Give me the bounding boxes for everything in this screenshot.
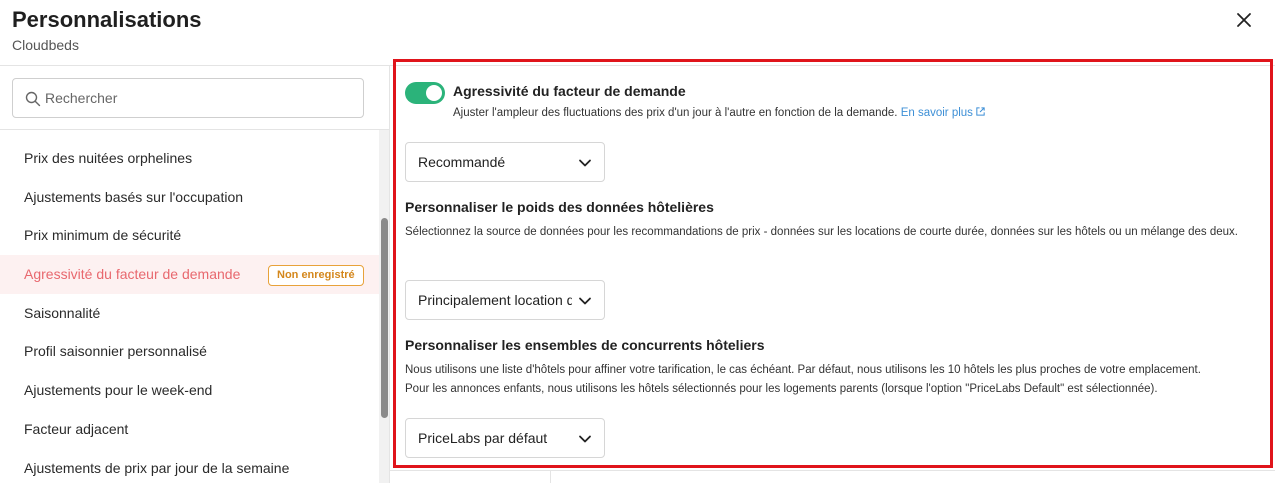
close-button[interactable] xyxy=(1232,8,1256,32)
sidebar-item-demand-factor[interactable]: Agressivité du facteur de demande Non en… xyxy=(0,255,379,294)
sidebar-item-occupancy-adjustments[interactable]: Ajustements basés sur l'occupation xyxy=(0,178,379,217)
hotel-compset-description-1: Nous utilisons une liste d'hôtels pour a… xyxy=(405,364,1201,376)
demand-factor-toggle[interactable] xyxy=(405,82,445,104)
sidebar-item-label: Ajustements pour le week-end xyxy=(24,382,213,399)
page-title: Personnalisations xyxy=(12,7,202,32)
sidebar-item-minimum-price[interactable]: Prix minimum de sécurité xyxy=(0,216,379,255)
demand-factor-description: Ajuster l'ampleur des fluctuations des p… xyxy=(453,106,986,119)
demand-factor-select-value: Recommandé xyxy=(418,154,506,170)
dialog-header: Personnalisations Cloudbeds xyxy=(0,0,1275,66)
demand-factor-desc-text: Ajuster l'ampleur des fluctuations des p… xyxy=(453,107,898,119)
sidebar-item-seasonality[interactable]: Saisonnalité xyxy=(0,294,379,333)
chevron-down-icon xyxy=(579,435,591,443)
sidebar-item-orphan-nights[interactable]: Prix des nuitées orphelines xyxy=(0,139,379,178)
sidebar-item-label: Ajustements de prix par jour de la semai… xyxy=(24,459,290,476)
sidebar-item-custom-seasonal-profile[interactable]: Profil saisonnier personnalisé xyxy=(0,332,379,371)
chevron-down-icon xyxy=(579,297,591,305)
sidebar-item-label: Agressivité du facteur de demande xyxy=(24,266,241,283)
sidebar-item-label: Saisonnalité xyxy=(24,304,101,321)
close-icon xyxy=(1237,13,1251,27)
hotel-data-weight-title: Personnaliser le poids des données hôtel… xyxy=(405,199,714,215)
learn-more-link[interactable]: En savoir plus xyxy=(901,107,986,119)
sidebar-item-label: Prix minimum de sécurité xyxy=(24,227,182,244)
search-box[interactable] xyxy=(12,78,364,118)
search-input[interactable] xyxy=(45,87,345,109)
hotel-compset-description-2: Pour les annonces enfants, nous utilison… xyxy=(405,383,1158,395)
hotel-data-weight-description: Sélectionnez la source de données pour l… xyxy=(405,226,1238,238)
search-icon xyxy=(25,91,41,107)
sidebar-item-adjacent-factor[interactable]: Facteur adjacent xyxy=(0,410,379,449)
sidebar-item-day-of-week-adjustments[interactable]: Ajustements de prix par jour de la semai… xyxy=(0,449,379,483)
sidebar-item-label: Profil saisonnier personnalisé xyxy=(24,343,207,360)
toggle-knob xyxy=(426,85,442,101)
demand-factor-title: Agressivité du facteur de demande xyxy=(453,83,686,99)
unsaved-badge: Non enregistré xyxy=(268,265,364,287)
hotel-compset-select-value: PriceLabs par défaut xyxy=(418,430,548,446)
hotel-data-weight-select-value: Principalement location de courte durée xyxy=(418,292,572,308)
sidebar-item-weekend-adjustments[interactable]: Ajustements pour le week-end xyxy=(0,371,379,410)
hotel-compset-select[interactable]: PriceLabs par défaut xyxy=(405,418,605,458)
hotel-compset-title: Personnaliser les ensembles de concurren… xyxy=(405,337,765,353)
sidebar-menu: Prix des nuitées orphelines Ajustements … xyxy=(0,139,379,483)
page-subtitle: Cloudbeds xyxy=(12,37,79,53)
sidebar: Prix des nuitées orphelines Ajustements … xyxy=(0,66,390,483)
footer-strip xyxy=(390,470,1275,483)
sidebar-item-label: Prix des nuitées orphelines xyxy=(24,150,193,166)
chevron-down-icon xyxy=(579,159,591,167)
sidebar-item-label: Facteur adjacent xyxy=(24,420,129,437)
hotel-data-weight-select[interactable]: Principalement location de courte durée xyxy=(405,280,605,320)
learn-more-label: En savoir plus xyxy=(900,107,973,119)
sidebar-item-label: Ajustements basés sur l'occupation xyxy=(24,188,244,205)
sidebar-scrollbar-thumb[interactable] xyxy=(381,218,388,418)
demand-factor-select[interactable]: Recommandé xyxy=(405,142,605,182)
footer-divider xyxy=(550,471,551,483)
search-area xyxy=(0,66,389,130)
external-link-icon xyxy=(976,107,985,116)
